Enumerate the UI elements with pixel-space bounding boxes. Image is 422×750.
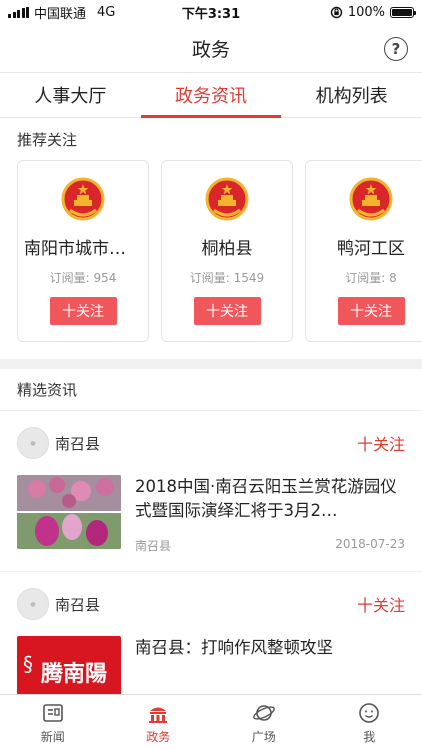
news-icon [42, 703, 63, 722]
app-screen: 中国联通 4G 下午3:31 100% 政务 ? 人事大厅 政务资讯 机构列表 … [0, 0, 422, 750]
magnolia-thumbnail[interactable] [17, 475, 121, 549]
recommend-card[interactable]: 鸭河工区 订阅量: 8 十关注 [305, 160, 422, 342]
tab-personnel-hall[interactable]: 人事大厅 [0, 73, 141, 117]
battery-icon [389, 6, 416, 18]
bottom-tab-bar: 新闻 政务 广场 我 [0, 694, 422, 750]
article-source: 南召县 [135, 539, 172, 553]
card-name: 南阳市城市管理局 [24, 239, 142, 259]
carrier-label: 中国联通 [34, 6, 87, 22]
segment-tabs: 人事大厅 政务资讯 机构列表 [0, 72, 422, 118]
dragon-logo-icon: § [23, 652, 33, 676]
national-emblem-icon [61, 177, 105, 221]
source-avatar[interactable]: ● [17, 427, 49, 459]
logo-text: 腾南陽 [41, 661, 108, 687]
tabbar-item-news[interactable]: 新闻 [0, 695, 106, 750]
source-name[interactable]: 南召县 [55, 433, 357, 454]
battery-percent: 100% [347, 4, 385, 20]
clock: 下午3:31 [181, 6, 241, 22]
rotation-lock-icon [330, 6, 343, 18]
tab-agency-list[interactable]: 机构列表 [281, 73, 422, 117]
signal-icon [8, 6, 29, 18]
government-icon [149, 707, 168, 723]
tabbar-item-square[interactable]: 广场 [211, 695, 317, 750]
recommend-section-title: 推荐关注 [17, 130, 78, 149]
tabbar-item-government[interactable]: 政务 [106, 695, 212, 750]
follow-button[interactable]: 十关注 [193, 297, 261, 325]
follow-button[interactable]: 十关注 [337, 297, 405, 325]
help-button[interactable]: ? [384, 37, 408, 61]
article-title[interactable]: 2018中国·南召云阳玉兰赏花游园仪式暨国际演绎汇将于3月2… [135, 475, 405, 523]
page-title: 政务 [191, 38, 230, 61]
recommend-card[interactable]: 桐柏县 订阅量: 1549 十关注 [161, 160, 293, 342]
follow-button[interactable]: 十关注 [49, 297, 117, 325]
status-bar: 中国联通 4G 下午3:31 100% [0, 0, 422, 24]
follow-source-button[interactable]: 十关注 [357, 592, 405, 616]
feed-item[interactable]: ● 南召县 十关注 2018中国·南召云阳玉兰赏花游园仪式暨国际演绎汇将于3月2… [0, 411, 422, 572]
profile-icon [359, 702, 380, 723]
nav-bar: 政务 ? [0, 24, 422, 72]
source-name[interactable]: 南召县 [55, 594, 357, 615]
card-subscriber-count: 订阅量: 954 [49, 271, 117, 285]
recommend-card[interactable]: 南阳市城市管理局 订阅量: 954 十关注 [17, 160, 149, 342]
section-separator [0, 359, 422, 369]
follow-source-button[interactable]: 十关注 [357, 431, 405, 455]
national-emblem-icon [205, 177, 249, 221]
article-title[interactable]: 南召县：打响作风整顿攻坚 [135, 636, 405, 684]
tabbar-item-me[interactable]: 我 [317, 695, 422, 750]
article-date: 2018-07-23 [335, 537, 405, 551]
source-avatar[interactable]: ● [17, 588, 49, 620]
planet-icon [252, 704, 275, 721]
national-emblem-icon [349, 177, 393, 221]
tab-government-news[interactable]: 政务资讯 [141, 73, 282, 117]
feed-section-title: 精选资讯 [0, 369, 422, 411]
card-name: 鸭河工区 [337, 239, 405, 259]
question-mark-icon: ? [391, 40, 401, 58]
recommend-carousel[interactable]: 南阳市城市管理局 订阅量: 954 十关注 桐柏县 订阅量: 1549 十关注 [0, 160, 422, 342]
card-subscriber-count: 订阅量: 1549 [189, 271, 265, 285]
article-row[interactable]: 2018中国·南召云阳玉兰赏花游园仪式暨国际演绎汇将于3月2… 南召县 2018… [0, 475, 422, 557]
network-label: 4G [97, 4, 116, 20]
card-name: 桐柏县 [201, 239, 253, 259]
card-subscriber-count: 订阅量: 8 [345, 271, 397, 285]
